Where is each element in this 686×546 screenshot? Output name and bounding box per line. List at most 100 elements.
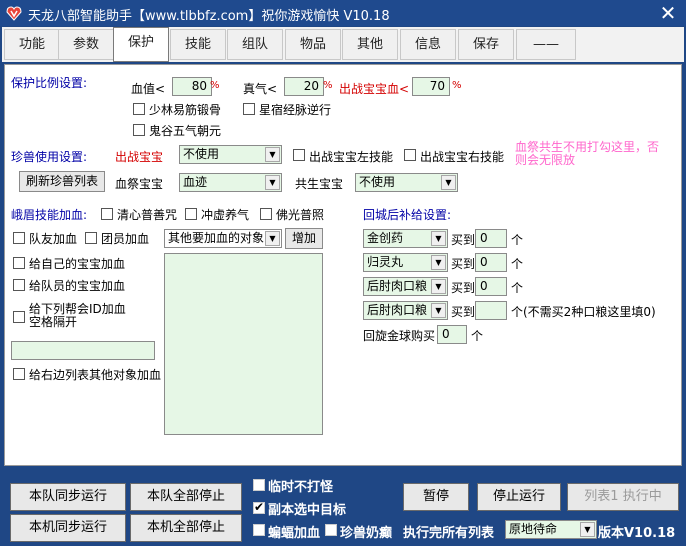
resupply-item-1-qty[interactable]: 0 — [475, 229, 507, 248]
other-target-select[interactable]: 其他要加血的对象 ▼ — [164, 229, 282, 248]
right-list-heal-checkbox[interactable] — [13, 368, 25, 380]
after-all-value: 原地待命 — [509, 522, 558, 536]
chevron-down-icon[interactable]: ▼ — [265, 175, 280, 190]
battle-pet-select[interactable]: 不使用 ▼ — [179, 145, 282, 164]
list-status-button[interactable]: 列表1 执行中 — [567, 483, 679, 511]
team-sync-run-button[interactable]: 本队同步运行 — [10, 483, 126, 511]
ration-note: (不需买2种口粮这里填0) — [523, 305, 656, 319]
chevron-down-icon[interactable]: ▼ — [580, 522, 595, 537]
pet-hp-label: 出战宝宝血< — [339, 82, 410, 96]
tab-params[interactable]: 参数 — [58, 29, 114, 60]
refresh-pets-button[interactable]: 刷新珍兽列表 — [19, 171, 105, 192]
buy-label: 买到 — [451, 233, 476, 247]
chevron-down-icon[interactable]: ▼ — [431, 255, 446, 270]
tab-function[interactable]: 功能 — [4, 29, 60, 60]
pets-heading: 珍兽使用设置: — [11, 150, 88, 164]
resupply-item-3-qty[interactable]: 0 — [475, 277, 507, 296]
resupply-item-1-name: 金创药 — [367, 231, 404, 245]
member-heal-label: 团员加血 — [101, 232, 150, 246]
co-pet-label: 共生宝宝 — [295, 177, 344, 191]
resupply-item-3-select[interactable]: 后肘肉口粮 ▼ — [363, 277, 448, 296]
qingxin-label: 清心普善咒 — [117, 208, 178, 222]
pet-hp-percent: % — [452, 80, 462, 91]
resupply-heading: 回城后补给设置: — [363, 208, 452, 222]
xingxiu-checkbox[interactable] — [243, 103, 255, 115]
resupply-item-2-select[interactable]: 归灵丸 ▼ — [363, 253, 448, 272]
team-all-stop-button[interactable]: 本队全部停止 — [130, 483, 242, 511]
blood-pet-select[interactable]: 血迹 ▼ — [179, 173, 282, 192]
hp-label: 血值< — [131, 82, 166, 96]
pause-button[interactable]: 暂停 — [403, 483, 469, 511]
chongxu-label: 冲虚养气 — [201, 208, 250, 222]
co-pet-select[interactable]: 不使用 ▼ — [355, 173, 458, 192]
temp-no-hit-checkbox[interactable] — [253, 479, 265, 491]
guild-heal-checkbox[interactable] — [13, 311, 25, 323]
local-all-stop-button[interactable]: 本机全部停止 — [130, 514, 242, 542]
pet-milk-checkbox[interactable] — [325, 524, 337, 536]
bat-heal-checkbox[interactable] — [253, 524, 265, 536]
buy-label: 买到 — [451, 281, 476, 295]
unit-label: 个 — [471, 329, 484, 343]
app-logo-icon — [6, 6, 22, 21]
chevron-down-icon[interactable]: ▼ — [265, 231, 280, 246]
close-icon[interactable]: ✕ — [656, 2, 680, 24]
gold-ball-qty[interactable]: 0 — [437, 325, 467, 344]
heal-target-list[interactable] — [164, 253, 323, 435]
version-label: 版本V10.18 — [598, 526, 676, 541]
instance-target-checkbox[interactable] — [253, 500, 265, 514]
unit-label: 个 — [511, 257, 524, 271]
qingxin-checkbox[interactable] — [101, 208, 113, 220]
chevron-down-icon[interactable]: ▼ — [431, 303, 446, 318]
resupply-item-4-select[interactable]: 后肘肉口粮 ▼ — [363, 301, 448, 320]
chongxu-checkbox[interactable] — [185, 208, 197, 220]
bat-heal-label: 蝙蝠加血 — [268, 526, 321, 541]
window-title: 天龙八部智能助手【www.tlbbfz.com】祝你游戏愉快 V10.18 — [28, 9, 390, 24]
resupply-item-4-name: 后肘肉口粮 — [367, 303, 428, 317]
foguang-checkbox[interactable] — [260, 208, 272, 220]
chevron-down-icon[interactable]: ▼ — [431, 279, 446, 294]
self-pet-heal-checkbox[interactable] — [13, 257, 25, 269]
resupply-item-2-name: 归灵丸 — [367, 255, 404, 269]
emei-heading: 峨眉技能加血: — [11, 208, 88, 222]
tab-bar: 功能 参数 保护 技能 组队 物品 其他 信息 保存 —— — [2, 27, 684, 62]
guild-id-input[interactable] — [11, 341, 155, 360]
pet-left-skill-checkbox[interactable] — [293, 149, 305, 161]
tab-more[interactable]: —— — [516, 29, 576, 60]
stop-run-button[interactable]: 停止运行 — [477, 483, 561, 511]
pet-hp-threshold-input[interactable]: 70 — [412, 77, 450, 96]
local-sync-run-button[interactable]: 本机同步运行 — [10, 514, 126, 542]
shaolin-checkbox[interactable] — [133, 103, 145, 115]
co-pet-value: 不使用 — [359, 175, 396, 189]
member-pet-heal-label: 给队员的宝宝加血 — [29, 279, 126, 293]
tab-skills[interactable]: 技能 — [170, 29, 226, 60]
after-all-label: 执行完所有列表 — [403, 526, 495, 541]
add-target-button[interactable]: 增加 — [285, 228, 323, 249]
resupply-item-4-qty[interactable] — [475, 301, 507, 320]
pet-right-skill-checkbox[interactable] — [404, 149, 416, 161]
tab-save[interactable]: 保存 — [458, 29, 514, 60]
mp-threshold-input[interactable]: 20 — [284, 77, 324, 96]
resupply-item-1-select[interactable]: 金创药 ▼ — [363, 229, 448, 248]
resupply-item-2-qty[interactable]: 0 — [475, 253, 507, 272]
battle-pet-value: 不使用 — [183, 147, 220, 161]
member-pet-heal-checkbox[interactable] — [13, 279, 25, 291]
tab-other[interactable]: 其他 — [342, 29, 398, 60]
other-target-value: 其他要加血的对象 — [168, 231, 265, 245]
pet-right-skill-label: 出战宝宝右技能 — [420, 150, 505, 164]
tab-items[interactable]: 物品 — [285, 29, 341, 60]
team-heal-checkbox[interactable] — [13, 232, 25, 244]
chevron-down-icon[interactable]: ▼ — [441, 175, 456, 190]
after-all-select[interactable]: 原地待命 ▼ — [505, 520, 597, 539]
buy-label: 买到 — [451, 257, 476, 271]
hp-percent: % — [210, 80, 220, 91]
chevron-down-icon[interactable]: ▼ — [431, 231, 446, 246]
guigu-checkbox[interactable] — [133, 124, 145, 136]
tab-info[interactable]: 信息 — [400, 29, 456, 60]
hp-threshold-input[interactable]: 80 — [172, 77, 212, 96]
member-heal-checkbox[interactable] — [85, 232, 97, 244]
chevron-down-icon[interactable]: ▼ — [265, 147, 280, 162]
tab-protect[interactable]: 保护 — [113, 27, 169, 62]
instance-target-label: 副本选中目标 — [268, 503, 347, 518]
tab-team[interactable]: 组队 — [227, 29, 283, 60]
bottom-toolbar: 本队同步运行 本队全部停止 本机同步运行 本机全部停止 临时不打怪 副本选中目标… — [0, 470, 686, 546]
